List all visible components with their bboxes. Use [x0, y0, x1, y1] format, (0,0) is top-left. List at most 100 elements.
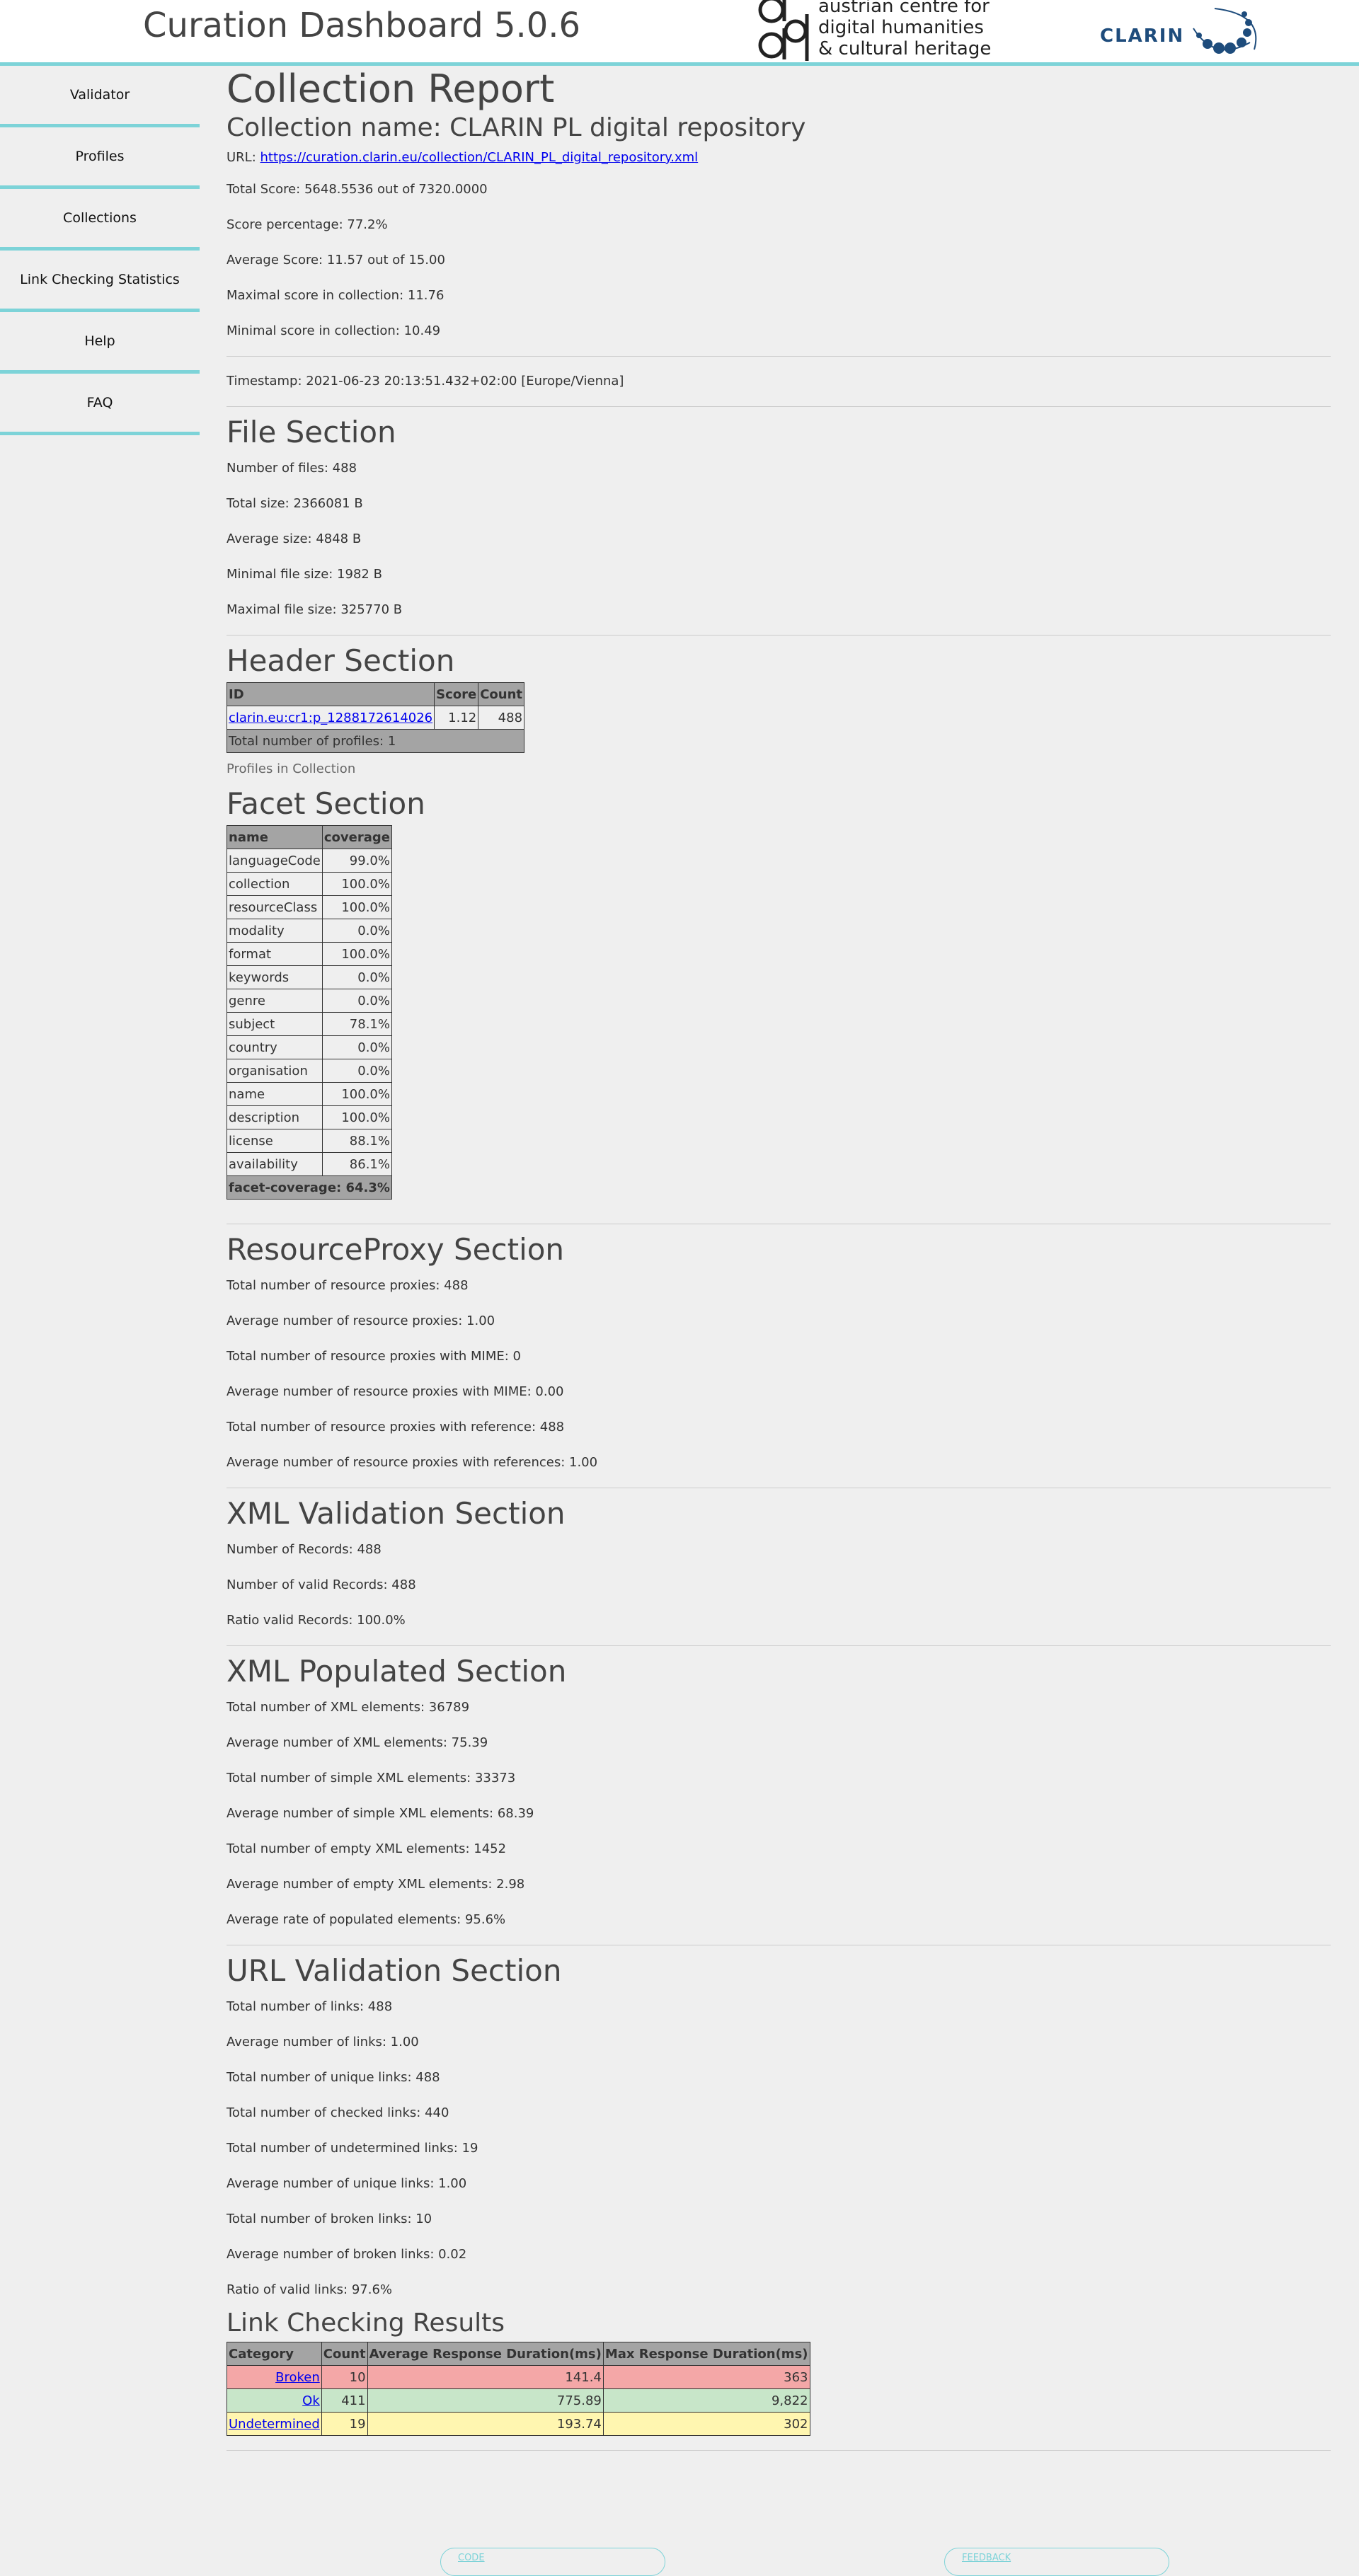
stat-line: Maximal file size: 325770 B — [226, 602, 403, 617]
clarin-logo[interactable]: CLARIN — [1099, 7, 1268, 59]
acdh-logo-text: austrian centre for digital humanities &… — [818, 0, 991, 59]
facet-name-cell: license — [226, 1129, 323, 1153]
clarin-logo-text: CLARIN — [1100, 25, 1185, 47]
profiles-caption: Profiles in Collection — [226, 761, 356, 776]
facet-name-cell: genre — [226, 989, 323, 1013]
stat-line: Total size: 2366081 B — [226, 496, 363, 511]
top-header: Curation Dashboard 5.0.6 austrian centre… — [0, 0, 1359, 66]
sidebar-item-collections[interactable]: Collections — [0, 189, 200, 251]
category-link[interactable]: Ok — [302, 2393, 320, 2408]
stat-line: Total number of unique links: 488 — [226, 2070, 440, 2085]
stat-line: Total number of checked links: 440 — [226, 2105, 449, 2120]
table-row: organisation 0.0% — [226, 1059, 392, 1083]
acdh-line: & cultural heritage — [818, 38, 992, 59]
resourceproxy-section-title: ResourceProxy Section — [226, 1232, 565, 1267]
column-header-name: name — [226, 825, 323, 849]
facet-name-cell: keywords — [226, 965, 323, 989]
category-cell: Undetermined — [226, 2412, 322, 2436]
table-row: collection 100.0% — [226, 872, 392, 896]
column-header-count: Count — [478, 682, 525, 706]
stat-line: Average number of simple XML elements: 6… — [226, 1806, 534, 1821]
stat-line: Minimal file size: 1982 B — [226, 567, 382, 582]
facet-coverage-total: facet-coverage: 64.3% — [226, 1175, 392, 1200]
table-footer-row: facet-coverage: 64.3% — [226, 1175, 392, 1200]
footer: CODE FEEDBACK — [0, 2548, 1359, 2576]
facet-name-cell: country — [226, 1035, 323, 1059]
stat-line: Number of valid Records: 488 — [226, 1577, 416, 1592]
facet-name-cell: modality — [226, 919, 323, 943]
link-checking-table: Category Count Average Response Duration… — [226, 2342, 810, 2436]
table-row: keywords 0.0% — [226, 965, 392, 989]
avg-cell: 193.74 — [367, 2412, 604, 2436]
main-content: Collection Report Collection name: CLARI… — [226, 66, 1331, 2458]
stat-line: Ratio of valid links: 97.6% — [226, 2282, 393, 2297]
stat-line: Maximal score in collection: 11.76 — [226, 288, 445, 303]
facet-coverage-cell: 86.1% — [321, 1152, 392, 1176]
column-header-avg-duration: Average Response Duration(ms) — [367, 2342, 604, 2366]
acdh-logo[interactable]: austrian centre for digital humanities &… — [756, 0, 991, 62]
category-link[interactable]: Broken — [275, 2370, 320, 2385]
sidebar-item-profiles[interactable]: Profiles — [0, 127, 200, 189]
table-row: genre 0.0% — [226, 989, 392, 1013]
avg-cell: 141.4 — [367, 2365, 604, 2389]
facet-table-body: languageCode 99.0% collection 100.0% resourc… — [226, 849, 392, 1176]
facet-coverage-cell: 78.1% — [321, 1012, 392, 1036]
stat-line: Average number of links: 1.00 — [226, 2035, 419, 2049]
stat-line: Average number of broken links: 0.02 — [226, 2247, 467, 2262]
app-title: Curation Dashboard 5.0.6 — [143, 6, 581, 45]
stat-line: Total number of resource proxies with re… — [226, 1420, 565, 1434]
xml-populated-section-title: XML Populated Section — [226, 1654, 567, 1689]
category-cell: Ok — [226, 2388, 322, 2413]
facet-coverage-cell: 0.0% — [321, 1035, 392, 1059]
column-header-count: Count — [321, 2342, 368, 2366]
facet-coverage-cell: 99.0% — [321, 849, 392, 873]
count-cell: 411 — [321, 2388, 368, 2413]
profile-id-link[interactable]: clarin.eu:cr1:p_1288172614026 — [229, 711, 432, 725]
stat-line: Average size: 4848 B — [226, 531, 362, 546]
column-header-category: Category — [226, 2342, 322, 2366]
stat-line: Total number of XML elements: 36789 — [226, 1700, 470, 1715]
file-section-title: File Section — [226, 415, 396, 449]
collection-url-line: URL: https://curation.clarin.eu/collecti… — [226, 144, 1331, 172]
collection-url-link[interactable]: https://curation.clarin.eu/collection/CL… — [260, 150, 699, 165]
facet-coverage-cell: 100.0% — [321, 895, 392, 919]
feedback-button[interactable]: FEEDBACK — [944, 2548, 1169, 2576]
category-link[interactable]: Undetermined — [229, 2417, 320, 2432]
stat-line: Total number of broken links: 10 — [226, 2212, 432, 2226]
sidebar-item-validator[interactable]: Validator — [0, 66, 200, 127]
stat-line: Average number of resource proxies with … — [226, 1455, 598, 1470]
link-checking-body: Broken 10 141.4 363 Ok 411 775.89 9,822 Undeterm… — [226, 2365, 810, 2436]
table-row: name 100.0% — [226, 1082, 392, 1106]
table-row: languageCode 99.0% — [226, 849, 392, 873]
table-row: Broken 10 141.4 363 — [226, 2365, 810, 2389]
table-row: resourceClass 100.0% — [226, 895, 392, 919]
facet-coverage-cell: 100.0% — [321, 1082, 392, 1106]
profile-count-cell: 488 — [478, 706, 525, 730]
url-prefix: URL: — [226, 150, 260, 165]
report-stats: Total Score: 5648.5536 out of 7320.0000 … — [226, 172, 1331, 349]
column-header-coverage: coverage — [321, 825, 392, 849]
timestamp: Timestamp: 2021-06-23 20:13:51.432+02:00… — [226, 374, 624, 389]
facet-coverage-cell: 0.0% — [321, 965, 392, 989]
stat-line: Total number of links: 488 — [226, 1999, 393, 2014]
stat-line: Number of files: 488 — [226, 461, 357, 476]
facet-coverage-cell: 100.0% — [321, 942, 392, 966]
sidebar-item-link-checking-statistics[interactable]: Link Checking Statistics — [0, 251, 200, 312]
stat-line: Ratio valid Records: 100.0% — [226, 1613, 406, 1628]
facet-name-cell: availability — [226, 1152, 323, 1176]
facet-name-cell: description — [226, 1105, 323, 1129]
table-row: modality 0.0% — [226, 919, 392, 943]
sidebar-item-faq[interactable]: FAQ — [0, 374, 200, 435]
sidebar-item-help[interactable]: Help — [0, 312, 200, 374]
profile-id-cell: clarin.eu:cr1:p_1288172614026 — [226, 706, 435, 730]
stat-line: Number of Records: 488 — [226, 1542, 382, 1557]
table-row: subject 78.1% — [226, 1012, 392, 1036]
acdh-logo-icon — [758, 0, 809, 61]
avg-cell: 775.89 — [367, 2388, 604, 2413]
count-cell: 10 — [321, 2365, 368, 2389]
code-button[interactable]: CODE — [440, 2548, 665, 2576]
stat-line: Total number of resource proxies: 488 — [226, 1278, 469, 1293]
clarin-dots-icon — [1193, 8, 1257, 54]
facet-name-cell: format — [226, 942, 323, 966]
facet-coverage-cell: 100.0% — [321, 872, 392, 896]
